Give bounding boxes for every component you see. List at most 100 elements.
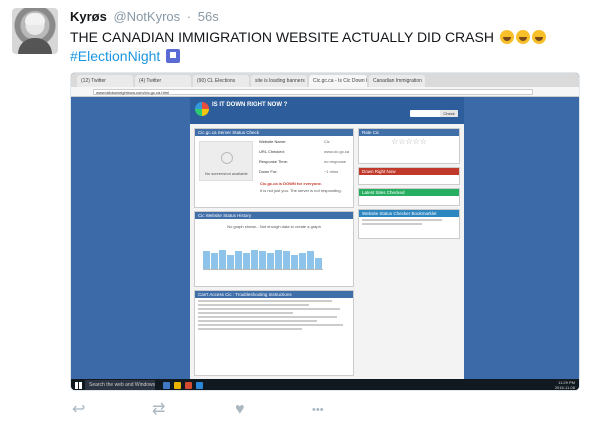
taskbar-clock: 11:29 PM 2016-11-08 [555,380,575,390]
field-label: URL Checked: [259,149,285,154]
rating-stars-icon: ☆☆☆☆☆ [391,137,427,146]
tweet-body: THE CANADIAN IMMIGRATION WEBSITE ACTUALL… [70,29,494,45]
avatar-hair [25,13,45,25]
text-line [198,308,341,310]
text-line [362,219,442,221]
latest-title: Latest Sites Checked [359,189,459,196]
browser-tabbar: (12) Twitter (4) Twitter (90) CL Electio… [71,73,579,87]
like-icon[interactable]: ♥ [235,400,245,420]
store-icon [196,382,203,389]
site-check-button: Check [440,110,458,117]
down-subtext: It is not just you. The server is not re… [260,188,342,193]
down-message: Cic.gc.ca is DOWN for everyone. [260,181,323,186]
handle[interactable]: @NotKyros [113,9,180,24]
checker-panel: Website Status Checker Bookmarklet [358,209,460,239]
text-line [362,223,422,225]
browser-tab: (12) Twitter [77,75,133,87]
field-response-time: Response Time: no response [259,159,346,164]
taskbar-search: Search the web and Windows [85,380,155,390]
reply-icon[interactable]: ↩ [72,400,85,420]
timestamp[interactable]: 56s [198,9,219,24]
text-line [198,312,293,314]
status-panel: Cic.gc.ca Server Status Check No screens… [194,128,354,208]
laughing-emoji-icon [531,30,546,44]
field-label: Down For: [259,169,278,174]
clock-date: 2016-11-08 [554,385,575,390]
avatar-shoulders [18,38,52,54]
browser-address-bar: www.isitdownrightnow.com/cic.gc.ca.html [71,87,579,97]
ballot-box-icon [166,49,181,63]
history-bar [267,253,274,269]
hashtag-line: #ElectionNight [70,47,181,65]
tweet-actions: ↩ ⇄ ♥ ••• [0,398,589,422]
browser-tab: site is loading banners [251,75,307,87]
field-website-name: Website Name: Cic [259,139,330,144]
tweet-header: Kyrøs @NotKyros · 56s [70,9,219,24]
site-header: IS IT DOWN RIGHT NOW ? Check [190,97,464,124]
text-line [198,300,333,302]
browser-tab-active: Cic.gc.ca - Is Cic Down h [309,75,367,87]
screenshot-placeholder: No screenshot available [199,141,253,181]
history-bar [243,253,250,269]
latest-panel: Latest Sites Checked [358,188,460,206]
browser-page: IS IT DOWN RIGHT NOW ? Check Cic.gc.ca S… [71,97,579,379]
checker-title: Website Status Checker Bookmarklet [359,210,459,217]
display-name[interactable]: Kyrøs [70,9,107,24]
tweet-text: THE CANADIAN IMMIGRATION WEBSITE ACTUALL… [70,28,546,46]
history-note: No graph shown - Not enough data to crea… [227,224,321,229]
task-view-icon [163,382,170,389]
browser-url: www.isitdownrightnow.com/cic.gc.ca.html [93,89,533,95]
more-icon[interactable]: ••• [312,400,324,420]
windows-start-icon [75,382,82,389]
avatar[interactable] [12,8,58,54]
down-now-title: Down Right Now [359,168,459,175]
troubleshoot-panel-title: Can't Access Cic : Troubleshooting Instr… [195,291,353,298]
retweet-icon[interactable]: ⇄ [152,400,165,420]
history-bar [211,253,218,269]
separator: · [186,9,192,24]
history-bar [307,251,314,269]
history-bar [227,255,234,269]
status-panel-title: Cic.gc.ca Server Status Check [195,129,353,136]
field-value: ~1 mins [324,169,339,174]
field-value: Cic [324,139,330,144]
laughing-emoji-icon [515,30,530,44]
site-title: IS IT DOWN RIGHT NOW ? [212,102,288,108]
file-explorer-icon [174,382,181,389]
browser-tab: (4) Twitter [135,75,191,87]
placeholder-text: No screenshot available [205,171,248,176]
browser-tab: (90) CL Elections [193,75,249,87]
history-bar [219,250,226,269]
browser-tab: Canadian Immigration [369,75,425,87]
text-line [198,320,317,322]
history-bar [235,251,242,269]
field-value: no response [324,159,347,164]
field-label: Response Time: [259,159,288,164]
placeholder-icon [221,152,233,164]
history-bar [283,251,290,269]
history-bar [291,255,298,269]
troubleshoot-panel: Can't Access Cic : Troubleshooting Instr… [194,290,354,376]
history-bar [203,251,210,269]
field-value: www.cic.gc.ca [324,149,350,154]
history-bar [299,253,306,269]
browser-icon [185,382,192,389]
history-bar [275,250,282,269]
text-line [198,328,303,330]
field-label: Website Name: [259,139,287,144]
laughing-emoji-icon [499,30,514,44]
history-panel-title: Cic Website Status History [195,212,353,219]
text-line [198,316,338,318]
history-panel: Cic Website Status History No graph show… [194,211,354,287]
hashtag-link[interactable]: #ElectionNight [70,48,160,64]
rate-panel: Rate Cic ☆☆☆☆☆ [358,128,460,164]
attached-screenshot[interactable]: (12) Twitter (4) Twitter (90) CL Electio… [70,72,580,391]
rate-panel-title: Rate Cic [359,129,459,136]
text-line [198,324,344,326]
history-bar [259,251,266,269]
text-line [198,304,309,306]
site-logo-icon [195,102,209,116]
field-down-for: Down For: ~1 mins [259,169,338,174]
history-bar [315,258,322,269]
history-bar [251,250,258,269]
